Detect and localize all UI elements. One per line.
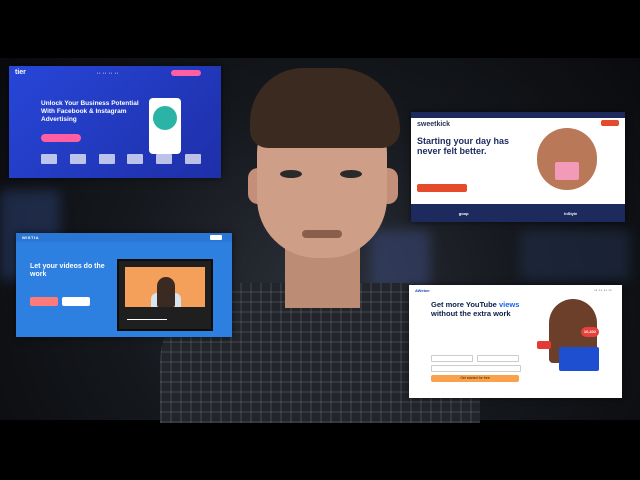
tier-stat <box>156 154 173 164</box>
tier-stat <box>69 154 86 164</box>
wistia-video-player <box>117 259 213 331</box>
wistia-headline: Let your videos do the work <box>30 263 105 278</box>
tier-rocket-icon <box>153 106 177 130</box>
sweetkick-headline: Starting your day has never felt better. <box>417 136 510 156</box>
wistia-secondary-button <box>62 297 90 306</box>
sweetkick-product-pack <box>555 162 579 180</box>
aweber-nav-links: ▪▪ ▪▪ ▪▪ ▪▪ <box>594 288 612 292</box>
aweber-first-name-field <box>431 355 473 362</box>
aweber-headline: Get more YouTube views without the extra… <box>431 300 531 318</box>
sweetkick-press-bar: goop InStyle <box>411 204 625 222</box>
wistia-signature <box>127 313 167 320</box>
tier-stat <box>41 154 57 164</box>
aweber-last-name-field <box>477 355 519 362</box>
tier-phone-mockup <box>149 98 181 154</box>
youtube-icon <box>537 341 551 349</box>
hair <box>250 68 400 148</box>
sweetkick-hands-image <box>537 128 597 190</box>
aweber-landing-screenshot: AWeber ▪▪ ▪▪ ▪▪ ▪▪ Get more YouTube view… <box>409 285 622 398</box>
sweetkick-landing-screenshot: sweetkick Starting your day has never fe… <box>411 112 625 222</box>
left-eye <box>280 170 302 178</box>
letterbox-bottom <box>0 420 640 480</box>
thumbnail-stage: tier ▪▪ ▪▪ ▪▪ ▪▪ Unlock Your Business Po… <box>0 0 640 480</box>
aweber-subscriber-badge: 10,402 <box>581 327 599 337</box>
tier-landing-screenshot: tier ▪▪ ▪▪ ▪▪ ▪▪ Unlock Your Business Po… <box>9 66 221 178</box>
sweetkick-shop-button <box>601 120 619 126</box>
tier-stats-row <box>41 154 201 164</box>
wistia-primary-button <box>30 297 58 306</box>
right-eye <box>340 170 362 178</box>
tier-nav-links: ▪▪ ▪▪ ▪▪ ▪▪ <box>97 71 120 75</box>
aweber-logo: AWeber <box>415 288 430 293</box>
background-shelf-right <box>520 230 630 280</box>
wistia-video-scene <box>125 267 205 307</box>
wistia-landing-screenshot: WISTIA Let your videos do the work <box>16 233 232 337</box>
tier-stat <box>184 154 201 164</box>
sweetkick-logo: sweetkick <box>417 121 451 128</box>
tier-stat <box>98 154 115 164</box>
aweber-cta-button: Get started for free <box>431 375 519 382</box>
mustache-mouth <box>302 230 342 238</box>
sweetkick-top-bar <box>411 112 625 118</box>
wistia-nav-button <box>210 235 222 240</box>
tier-logo: tier <box>15 69 26 76</box>
video-person <box>157 277 175 307</box>
aweber-email-field <box>431 365 521 372</box>
aweber-headline-part3: without the extra work <box>431 308 511 318</box>
sweetkick-cta-button <box>417 184 467 192</box>
tier-cta-button <box>41 134 81 142</box>
wistia-logo: WISTIA <box>22 235 39 240</box>
tier-stat <box>127 154 144 164</box>
aweber-video-tile <box>559 347 599 371</box>
press-logo-goop: goop <box>458 210 469 216</box>
tier-navbar: tier ▪▪ ▪▪ ▪▪ ▪▪ <box>9 66 221 80</box>
press-logo-instyle: InStyle <box>564 210 578 216</box>
letterbox-top <box>0 0 640 58</box>
tier-nav-cta <box>171 70 201 76</box>
wistia-navbar: WISTIA <box>16 233 232 242</box>
tier-headline: Unlock Your Business Potential With Face… <box>41 100 139 123</box>
